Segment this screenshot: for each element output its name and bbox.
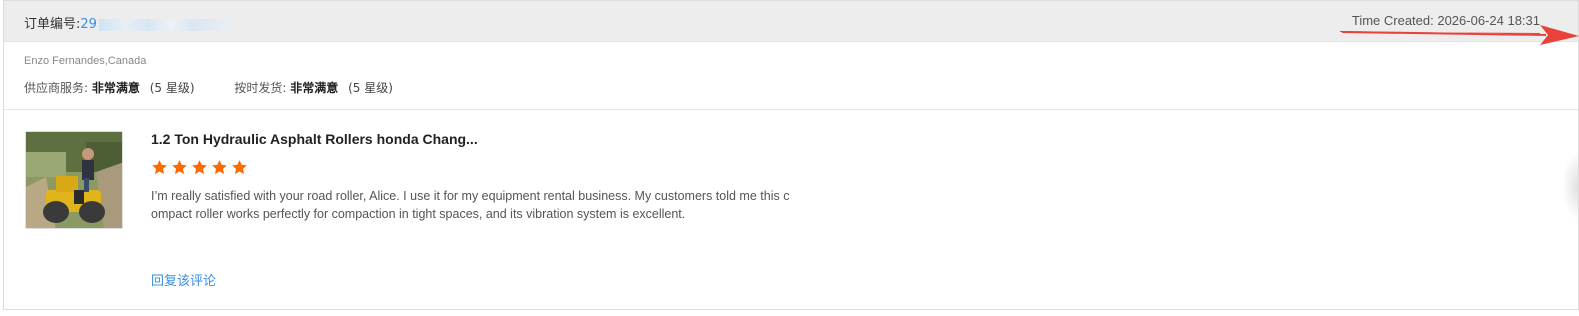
- rating-label: 供应商服务:: [24, 81, 89, 95]
- rating-label: 按时发货:: [234, 81, 287, 95]
- review-card: 订单编号:29 Time Created: 2026-06-24 18:31 E…: [3, 0, 1579, 310]
- review-text: I’m really satisfied with your road roll…: [151, 189, 790, 221]
- order-number-link[interactable]: 29: [80, 17, 97, 32]
- star-icon: [192, 160, 207, 174]
- buyer-name-location: Enzo Fernandes,Canada: [24, 55, 147, 67]
- rating-value: 非常满意: [91, 81, 140, 95]
- product-title[interactable]: 1.2 Ton Hydraulic Asphalt Rollers honda …: [151, 131, 478, 147]
- seller-ratings: 供应商服务: 非常满意 (5 星级) 按时发货: 非常满意 (5 星级): [24, 79, 429, 96]
- rating-level: (5 星级): [348, 81, 393, 95]
- rating-supplier-service: 供应商服务: 非常满意 (5 星级): [24, 79, 195, 96]
- section-divider: [4, 109, 1578, 110]
- annotation-arrow-icon: [1340, 25, 1579, 45]
- rating-value: 非常满意: [290, 81, 339, 95]
- product-thumbnail[interactable]: [25, 131, 123, 229]
- edge-shadow: [1562, 151, 1578, 221]
- road-roller-photo: [26, 132, 122, 228]
- order-number-label: 订单编号:: [24, 17, 81, 32]
- review-stars: [151, 159, 248, 176]
- star-icon: [232, 160, 247, 174]
- order-number-redacted: [98, 18, 229, 31]
- star-icon: [172, 160, 187, 174]
- star-icon: [212, 160, 227, 174]
- order-number: 订单编号:29: [24, 13, 229, 32]
- rating-level: (5 星级): [149, 81, 195, 95]
- star-icon: [152, 160, 167, 174]
- reply-review-link[interactable]: 回复该评论: [151, 270, 216, 289]
- rating-on-time-delivery: 按时发货: 非常满意 (5 星级): [234, 79, 393, 96]
